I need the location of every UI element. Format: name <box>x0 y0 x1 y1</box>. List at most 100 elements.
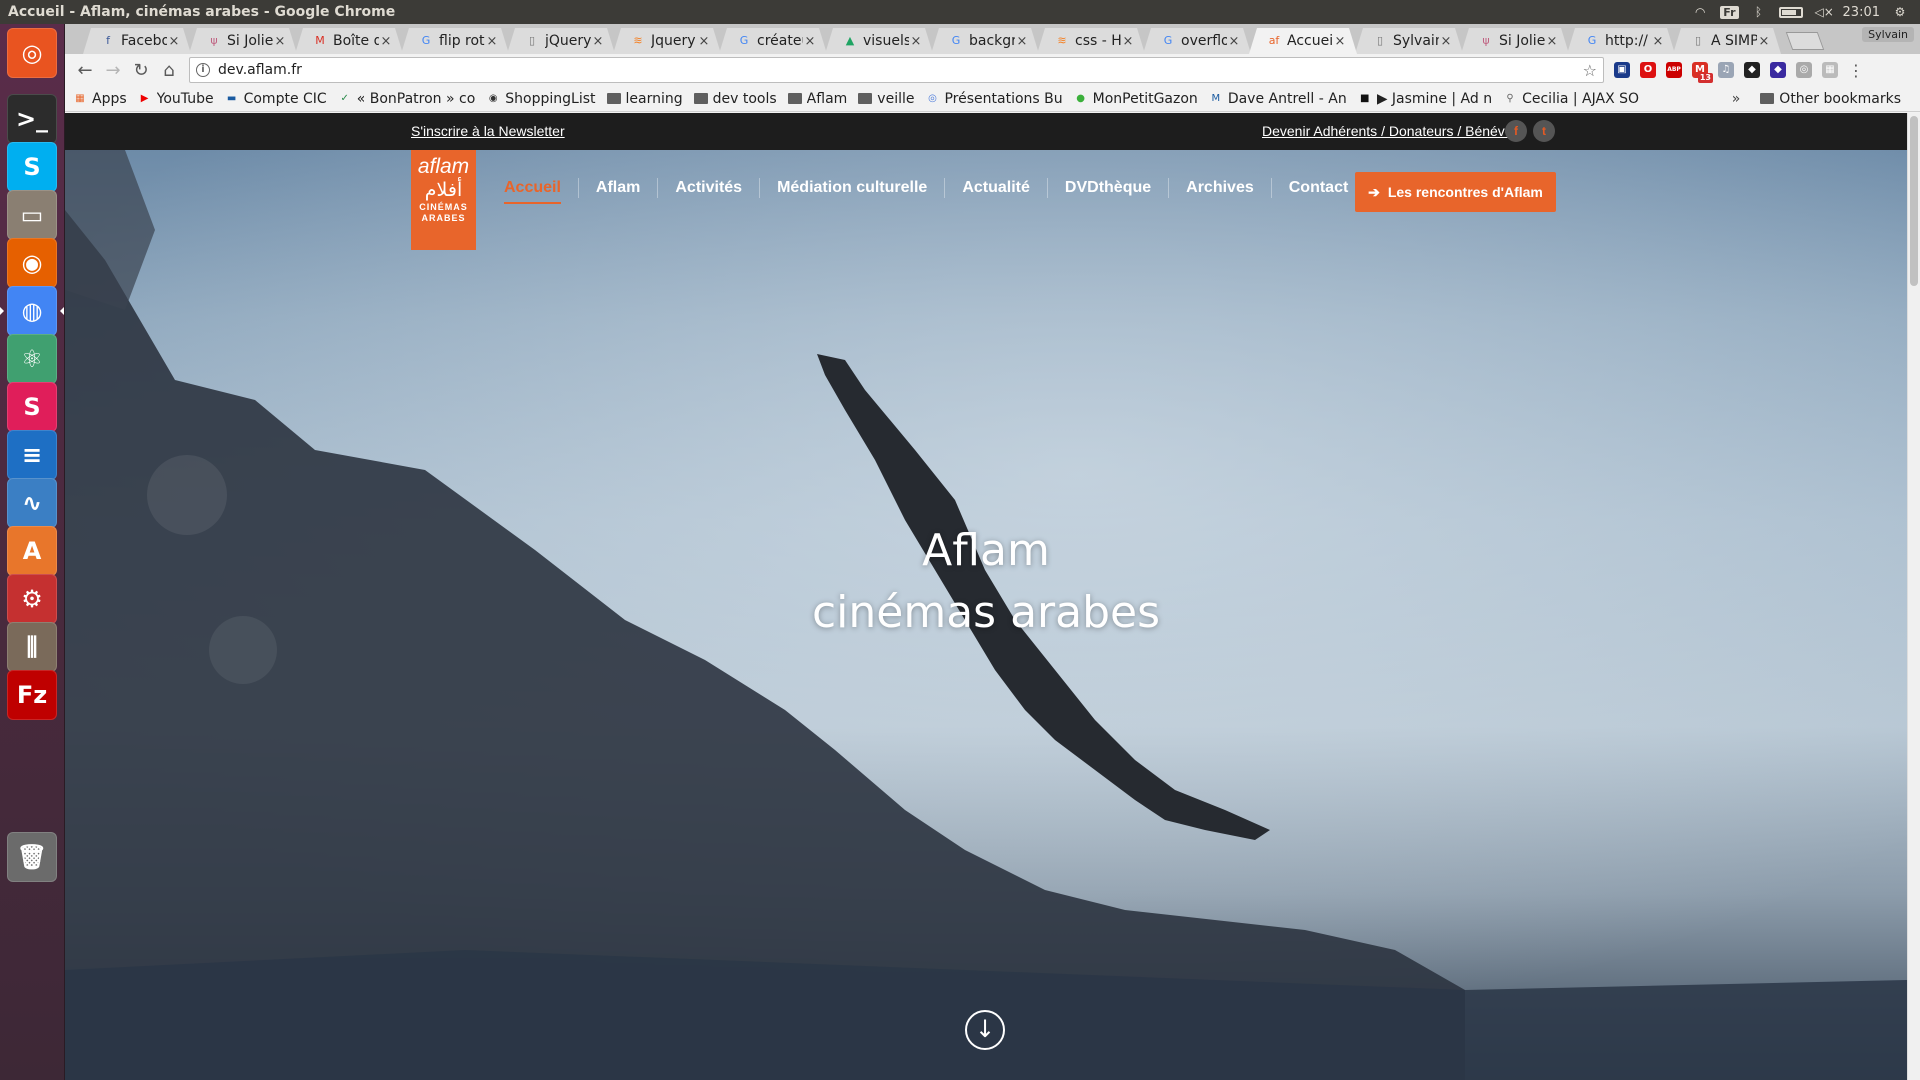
launcher-trash-icon[interactable]: 🗑 <box>7 832 57 882</box>
tab-close-icon[interactable]: × <box>485 34 499 49</box>
bookmark-folder[interactable]: dev tools <box>693 91 777 107</box>
launcher-mixer-icon[interactable]: ⫼ <box>7 622 57 672</box>
adblock-ext-icon[interactable]: ABP <box>1666 62 1682 78</box>
launcher-filezilla-icon[interactable]: Fz <box>7 670 57 720</box>
bookmark-star-icon[interactable]: ☆ <box>1583 61 1597 80</box>
tab-close-icon[interactable]: × <box>1333 34 1347 49</box>
browser-tab[interactable]: ψ Si Jolie × <box>1461 28 1569 54</box>
browser-tab[interactable]: Goverflo × <box>1143 28 1251 54</box>
tab-close-icon[interactable]: × <box>1121 34 1135 49</box>
rencontres-cta-button[interactable]: ➔ Les rencontres d'Aflam <box>1355 172 1556 212</box>
browser-tab[interactable]: ▲ visuels × <box>825 28 933 54</box>
profile-button[interactable]: Sylvain <box>1862 27 1914 42</box>
browser-tab[interactable]: ≋ css - Ho× <box>1037 28 1145 54</box>
nav-item-aflam[interactable]: Aflam <box>577 178 657 198</box>
bookmark-item[interactable]: ⚲ Cecilia | AJAX SO <box>1503 91 1639 107</box>
browser-tab[interactable]: ▯ A SIMP × <box>1673 28 1781 54</box>
tab-close-icon[interactable]: × <box>167 34 181 49</box>
tab-close-icon[interactable]: × <box>273 34 287 49</box>
twitter-icon[interactable]: t <box>1533 120 1555 142</box>
bookmark-item[interactable]: ● MonPetitGazon <box>1074 91 1198 107</box>
browser-tab[interactable]: ≋ Jquery × <box>613 28 721 54</box>
browser-tab[interactable]: Ghttp://× <box>1567 28 1675 54</box>
tab-close-icon[interactable]: × <box>1545 34 1559 49</box>
music-ext-icon[interactable]: ♫ <box>1718 62 1734 78</box>
bookmark-item[interactable]: ◎ Présentations Bu <box>925 91 1063 107</box>
scroll-down-arrow-icon[interactable]: ↓ <box>965 1010 1005 1050</box>
tab-close-icon[interactable]: × <box>803 34 817 49</box>
facebook-icon[interactable]: f <box>1505 120 1527 142</box>
home-button[interactable]: ⌂ <box>155 56 183 84</box>
support-link[interactable]: Devenir Adhérents / Donateurs / Bénévole <box>1262 123 1524 139</box>
forward-button[interactable]: → <box>99 56 127 84</box>
launcher-chrome-icon[interactable]: ◍ <box>0 286 64 336</box>
nav-item-dvdth-que[interactable]: DVDthèque <box>1046 178 1168 198</box>
launcher-software-center-icon[interactable]: A <box>7 526 57 576</box>
ext-7-icon[interactable]: ◆ <box>1770 62 1786 78</box>
bookmark-folder[interactable]: learning <box>606 91 683 107</box>
launcher-system-monitor-icon[interactable]: ∿ <box>7 478 57 528</box>
tab-close-icon[interactable]: × <box>379 34 393 49</box>
bluetooth-icon[interactable]: ᛒ <box>1751 5 1767 19</box>
aflam-logo[interactable]: aflam أفلام CINÉMAS ARABES <box>411 150 476 250</box>
browser-tab[interactable]: Gflip rota× <box>401 28 509 54</box>
tab-close-icon[interactable]: × <box>1015 34 1029 49</box>
launcher-skype-icon[interactable]: S <box>7 142 57 192</box>
ext-9-icon[interactable]: ▦ <box>1822 62 1838 78</box>
browser-tab[interactable]: af Accueil × <box>1249 28 1357 54</box>
ext-8-icon[interactable]: ◎ <box>1796 62 1812 78</box>
launcher-ubuntu-dash-icon[interactable]: ◎ <box>7 28 57 78</box>
browser-tab[interactable]: ψ Si Jolie × <box>189 28 297 54</box>
bookmark-item[interactable]: ◉ ShoppingList <box>486 91 596 107</box>
new-tab-button[interactable] <box>1785 32 1825 50</box>
tab-close-icon[interactable]: × <box>1651 34 1665 49</box>
nav-item-contact[interactable]: Contact <box>1270 178 1366 198</box>
bookmark-folder[interactable]: veille <box>858 91 914 107</box>
launcher-files-icon[interactable]: ▭ <box>7 190 57 240</box>
browser-tab[interactable]: M Boîte de× <box>295 28 403 54</box>
browser-tab[interactable]: ▯ Sylvain × <box>1355 28 1463 54</box>
launcher-firefox-icon[interactable]: ◉ <box>7 238 57 288</box>
tab-close-icon[interactable]: × <box>591 34 605 49</box>
bookmark-folder[interactable]: Aflam <box>787 91 847 107</box>
nav-item-activit-s[interactable]: Activités <box>657 178 759 198</box>
tab-close-icon[interactable]: × <box>1757 34 1771 49</box>
browser-tab[interactable]: ▯ jQuery × <box>507 28 615 54</box>
bookmark-item[interactable]: ■ ▶ Jasmine | Ad n <box>1358 91 1492 107</box>
bookmark-item[interactable]: ▶ YouTube <box>138 91 214 107</box>
launcher-atom-icon[interactable]: ⚛ <box>7 334 57 384</box>
tab-close-icon[interactable]: × <box>697 34 711 49</box>
address-bar[interactable]: i dev.aflam.fr ☆ <box>189 57 1604 83</box>
browser-tab[interactable]: f Facebook× <box>83 28 191 54</box>
launcher-system-settings-icon[interactable]: ⚙ <box>7 574 57 624</box>
scrollbar-thumb[interactable] <box>1910 116 1918 286</box>
volume-icon[interactable]: ◁× <box>1815 5 1834 19</box>
bookmarks-overflow-chevron[interactable]: » <box>1732 91 1741 107</box>
nav-item-archives[interactable]: Archives <box>1168 178 1271 198</box>
battery-icon[interactable] <box>1778 6 1803 18</box>
bookmark-item[interactable]: M Dave Antrell - An <box>1209 91 1346 107</box>
browser-tab[interactable]: Gbackgr × <box>931 28 1039 54</box>
power-gear-icon[interactable]: ⚙ <box>1892 5 1908 19</box>
launcher-writer-icon[interactable]: ≡ <box>7 430 57 480</box>
ext-6-icon[interactable]: ◆ <box>1744 62 1760 78</box>
launcher-slack-icon[interactable]: S <box>7 382 57 432</box>
ext-1-icon[interactable]: ▣ <box>1614 62 1630 78</box>
back-button[interactable]: ← <box>71 56 99 84</box>
site-info-icon[interactable]: i <box>196 63 210 77</box>
reload-button[interactable]: ↻ <box>127 56 155 84</box>
wifi-icon[interactable]: ◠ <box>1692 5 1708 19</box>
launcher-terminal-icon[interactable]: >_ <box>7 94 57 144</box>
tab-close-icon[interactable]: × <box>1439 34 1453 49</box>
bookmark-item[interactable]: ▬ Compte CIC <box>225 91 327 107</box>
tab-close-icon[interactable]: × <box>909 34 923 49</box>
nav-item-accueil[interactable]: Accueil <box>487 178 578 204</box>
bookmark-item[interactable]: ✓ « BonPatron » co <box>338 91 476 107</box>
url-text[interactable]: dev.aflam.fr <box>218 62 1583 78</box>
clock[interactable]: 23:01 <box>1843 5 1880 20</box>
newsletter-link[interactable]: S'inscrire à la Newsletter <box>411 123 565 139</box>
tab-close-icon[interactable]: × <box>1227 34 1241 49</box>
gmail-ext-icon[interactable]: M 13 <box>1692 62 1713 83</box>
other-bookmarks[interactable]: Other bookmarks <box>1760 91 1901 107</box>
opera-ext-icon[interactable]: O <box>1640 62 1656 78</box>
